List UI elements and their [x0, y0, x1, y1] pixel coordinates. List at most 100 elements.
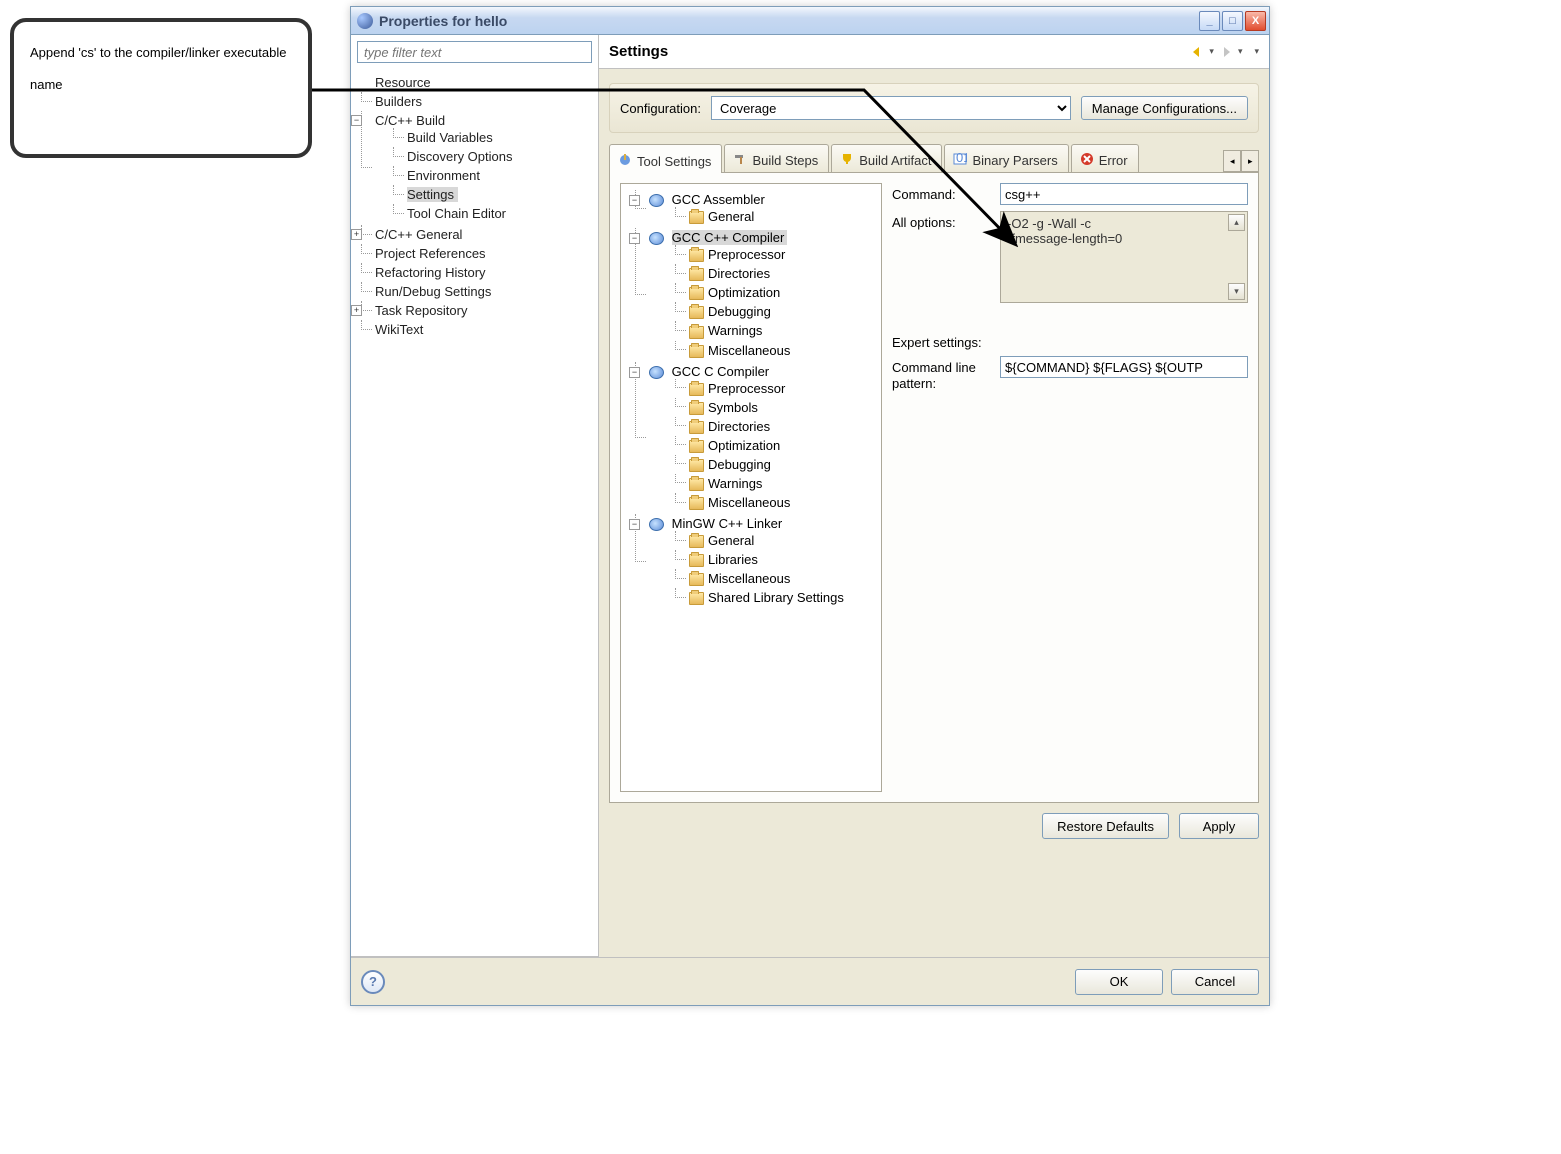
nav-environment[interactable]: Environment [393, 166, 592, 185]
collapse-icon[interactable]: − [629, 367, 640, 378]
nav-toolchain-editor[interactable]: Tool Chain Editor [393, 204, 592, 223]
folder-icon [689, 326, 704, 339]
nav-forward-menu[interactable]: ▾ [1238, 46, 1243, 57]
ok-button[interactable]: OK [1075, 969, 1163, 995]
tabs-scroll-left[interactable]: ◂ [1223, 150, 1241, 172]
folder-icon [689, 440, 704, 453]
nav-ccpp-build[interactable]: − C/C++ Build Build Variables Discovery … [361, 111, 592, 225]
manage-configurations-button[interactable]: Manage Configurations... [1081, 96, 1248, 120]
filter-input[interactable] [357, 41, 592, 63]
tool-cc-warnings[interactable]: Warnings [669, 474, 877, 493]
nav-forward-icon[interactable] [1218, 44, 1234, 60]
minimize-button[interactable]: _ [1199, 11, 1220, 31]
nav-refactoring-history[interactable]: Refactoring History [361, 263, 592, 282]
tool-cc-debugging[interactable]: Debugging [669, 455, 877, 474]
content-panel: Settings ▾ ▾ ▾ Configuration: Coverage [599, 35, 1269, 957]
maximize-button[interactable]: □ [1222, 11, 1243, 31]
tool-cpp-debugging[interactable]: Debugging [669, 302, 877, 321]
tool-cpp-warnings[interactable]: Warnings [669, 321, 877, 340]
nav-panel: Resource Builders − C/C++ Build Build Va… [351, 35, 599, 957]
collapse-icon[interactable]: − [629, 195, 640, 206]
help-button[interactable]: ? [361, 970, 385, 994]
tool-gcc-assembler[interactable]: − GCC Assembler General [629, 190, 877, 228]
folder-icon [689, 535, 704, 548]
folder-icon [689, 402, 704, 415]
view-menu-icon[interactable]: ▾ [1254, 46, 1259, 57]
folder-icon [689, 554, 704, 567]
svg-text:010: 010 [956, 152, 967, 165]
tool-cpp-misc[interactable]: Miscellaneous [669, 341, 877, 360]
tool-cc-misc[interactable]: Miscellaneous [669, 493, 877, 512]
all-options-label: All options: [892, 211, 992, 303]
tool-cpp-directories[interactable]: Directories [669, 264, 877, 283]
tool-gcc-cpp-compiler[interactable]: − GCC C++ Compiler Preprocessor Director… [629, 228, 877, 361]
settings-panel: − GCC Assembler General − GCC C++ Compil… [609, 173, 1259, 803]
tool-icon [649, 232, 664, 245]
apply-button[interactable]: Apply [1179, 813, 1259, 839]
tool-asm-general[interactable]: General [669, 207, 877, 226]
folder-icon [689, 345, 704, 358]
collapse-icon[interactable]: − [629, 519, 640, 530]
tool-ld-misc[interactable]: Miscellaneous [669, 569, 877, 588]
tool-cpp-preprocessor[interactable]: Preprocessor [669, 245, 877, 264]
tool-ld-general[interactable]: General [669, 531, 877, 550]
command-line-pattern-label: Command line pattern: [892, 356, 992, 391]
tool-icon [649, 194, 664, 207]
nav-back-menu[interactable]: ▾ [1209, 46, 1214, 57]
tool-ld-shared[interactable]: Shared Library Settings [669, 588, 877, 607]
restore-defaults-button[interactable]: Restore Defaults [1042, 813, 1169, 839]
folder-icon [689, 268, 704, 281]
command-label: Command: [892, 183, 992, 205]
folder-icon [689, 497, 704, 510]
collapse-icon[interactable]: − [629, 233, 640, 244]
titlebar: Properties for hello _ □ X [351, 7, 1269, 35]
collapse-icon[interactable]: − [351, 115, 362, 126]
nav-back-icon[interactable] [1189, 44, 1205, 60]
cancel-button[interactable]: Cancel [1171, 969, 1259, 995]
expert-settings-label: Expert settings: [892, 335, 1248, 350]
tab-error-parsers[interactable]: Error [1071, 144, 1139, 172]
folder-icon [689, 459, 704, 472]
command-line-pattern-input[interactable] [1000, 356, 1248, 378]
close-button[interactable]: X [1245, 11, 1266, 31]
configuration-select[interactable]: Coverage [711, 96, 1071, 120]
tab-tool-settings[interactable]: Tool Settings [609, 144, 722, 173]
properties-dialog: Properties for hello _ □ X Resource Buil… [350, 6, 1270, 1006]
tool-cc-symbols[interactable]: Symbols [669, 398, 877, 417]
nav-ccpp-general[interactable]: + C/C++ General [361, 225, 592, 244]
folder-icon [689, 383, 704, 396]
nav-builders[interactable]: Builders [361, 92, 592, 111]
tool-cc-preprocessor[interactable]: Preprocessor [669, 379, 877, 398]
nav-settings[interactable]: Settings [393, 185, 592, 204]
tool-mingw-cpp-linker[interactable]: − MinGW C++ Linker General Libraries Mis… [629, 514, 877, 609]
folder-icon [689, 573, 704, 586]
tool-cc-optimization[interactable]: Optimization [669, 436, 877, 455]
expand-icon[interactable]: + [351, 305, 362, 316]
tab-build-steps[interactable]: Build Steps [724, 144, 829, 172]
scroll-up-icon[interactable]: ▴ [1228, 214, 1245, 231]
scroll-down-icon[interactable]: ▾ [1228, 283, 1245, 300]
folder-icon [689, 478, 704, 491]
page-header: Settings ▾ ▾ ▾ [599, 35, 1269, 69]
tool-cpp-optimization[interactable]: Optimization [669, 283, 877, 302]
trophy-icon [840, 152, 854, 169]
nav-task-repository[interactable]: + Task Repository [361, 301, 592, 320]
command-input[interactable] [1000, 183, 1248, 205]
dialog-footer: ? OK Cancel [351, 957, 1269, 1005]
tab-build-artifact[interactable]: Build Artifact [831, 144, 942, 172]
tool-gcc-c-compiler[interactable]: − GCC C Compiler Preprocessor Symbols Di… [629, 362, 877, 515]
nav-build-variables[interactable]: Build Variables [393, 128, 592, 147]
nav-discovery-options[interactable]: Discovery Options [393, 147, 592, 166]
all-options-area: -O2 -g -Wall -c -fmessage-length=0 ▴ ▾ [1000, 211, 1248, 303]
tab-binary-parsers[interactable]: 010 Binary Parsers [944, 144, 1068, 172]
tool-tree: − GCC Assembler General − GCC C++ Compil… [620, 183, 882, 792]
expand-icon[interactable]: + [351, 229, 362, 240]
tabs-scroll-right[interactable]: ▸ [1241, 150, 1259, 172]
nav-project-references[interactable]: Project References [361, 244, 592, 263]
nav-wikitext[interactable]: WikiText [361, 320, 592, 339]
eclipse-icon [357, 13, 373, 29]
tool-ld-libraries[interactable]: Libraries [669, 550, 877, 569]
tool-cc-directories[interactable]: Directories [669, 417, 877, 436]
nav-run-debug-settings[interactable]: Run/Debug Settings [361, 282, 592, 301]
nav-resource[interactable]: Resource [361, 73, 592, 92]
